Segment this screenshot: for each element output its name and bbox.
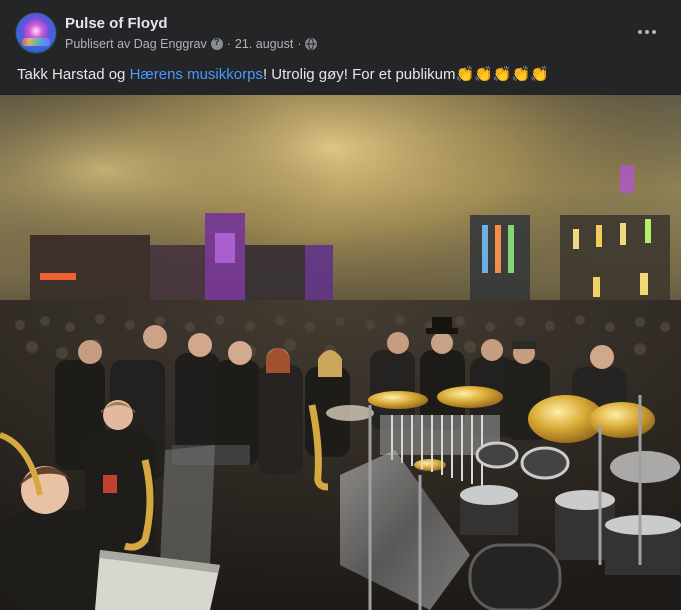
post-photo[interactable] — [0, 95, 681, 610]
post-text: Takk Harstad og Hærens musikkorps! Utrol… — [17, 65, 667, 83]
clapping-emoji: 👏👏👏👏👏 — [455, 66, 549, 83]
post-date-link[interactable]: 21. august — [235, 37, 293, 51]
meta-separator: · — [226, 37, 231, 51]
post-meta: Publisert av Dag Enggrav · 21. august · — [65, 37, 318, 51]
post-text-part1: Takk Harstad og — [17, 66, 130, 83]
post-header: Pulse of Floyd Publisert av Dag Enggrav … — [0, 0, 681, 64]
facebook-post-card: Pulse of Floyd Publisert av Dag Enggrav … — [0, 0, 681, 610]
globe-icon[interactable] — [305, 38, 318, 50]
musikkorps-link[interactable]: Hærens musikkorps — [130, 66, 263, 83]
page-name-link[interactable]: Pulse of Floyd — [65, 15, 168, 32]
meta-separator-2: · — [297, 37, 302, 51]
published-by-text: Publisert av Dag Enggrav — [65, 37, 207, 51]
more-options-icon-dot — [645, 30, 649, 34]
more-options-icon-dot — [652, 30, 656, 34]
more-options-button[interactable] — [633, 18, 661, 46]
page-avatar[interactable] — [16, 13, 56, 53]
more-options-icon-dot — [638, 30, 642, 34]
post-text-part2: ! Utrolig gøy! For et publikum — [262, 66, 456, 83]
info-icon[interactable] — [210, 37, 223, 50]
concert-photo-illustration — [0, 95, 681, 610]
